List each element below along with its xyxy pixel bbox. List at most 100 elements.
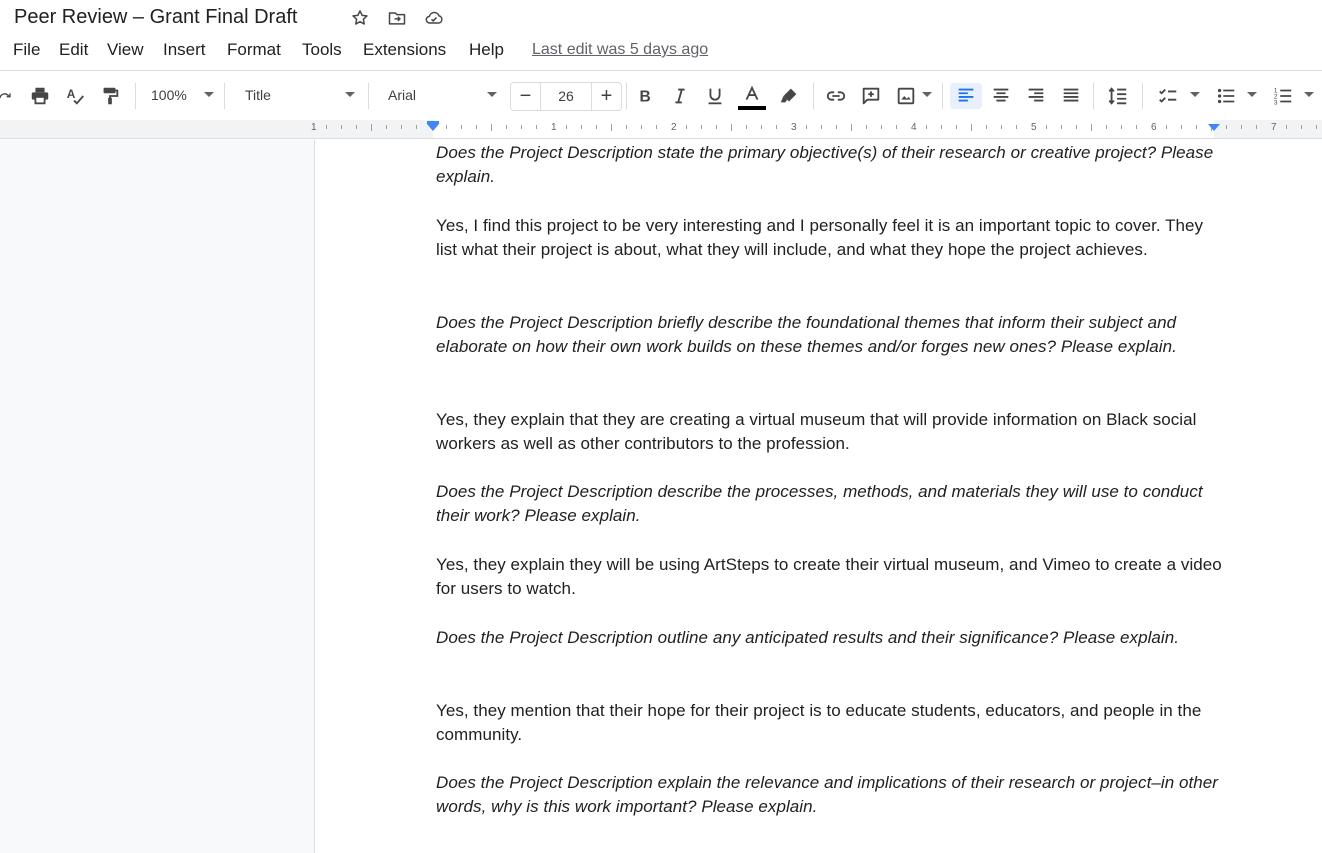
move-to-folder-icon[interactable]	[386, 7, 408, 29]
ruler-tick	[521, 125, 522, 129]
left-indent-handle[interactable]	[427, 124, 439, 131]
style-dropdown-icon[interactable]	[345, 92, 355, 97]
ruler-tick	[341, 125, 342, 129]
ruler-tick	[1136, 125, 1137, 129]
ruler-tick	[536, 125, 537, 129]
decrease-font-size-button[interactable]: −	[511, 83, 541, 110]
last-edit-link[interactable]: Last edit was 5 days ago	[532, 41, 708, 59]
menu-view[interactable]: View	[107, 40, 144, 60]
bulleted-list-dropdown-icon[interactable]	[1247, 92, 1257, 97]
checklist-icon[interactable]	[1153, 83, 1183, 109]
checklist-dropdown-icon[interactable]	[1190, 92, 1200, 97]
ruler-tick	[731, 124, 732, 131]
menu-tools[interactable]: Tools	[302, 40, 342, 60]
style-select[interactable]: Title	[245, 87, 271, 103]
ruler-tick	[1286, 125, 1287, 129]
toolbar-divider	[1093, 83, 1094, 109]
document-page[interactable]: Does the Project Description state the p…	[314, 140, 1322, 853]
justify-icon[interactable]	[1058, 83, 1084, 109]
ruler-tick	[986, 125, 987, 129]
question-paragraph[interactable]: Does the Project Description state the p…	[436, 141, 1226, 189]
ruler-tick	[1301, 125, 1302, 129]
ruler-tick	[971, 124, 972, 131]
align-right-icon[interactable]	[1023, 83, 1049, 109]
ruler-tick	[1091, 124, 1092, 131]
menu-file[interactable]: File	[13, 40, 40, 60]
add-comment-icon[interactable]	[858, 83, 884, 109]
ruler-tick	[1046, 125, 1047, 129]
answer-paragraph[interactable]: Yes, they explain that they are creating…	[436, 408, 1226, 456]
numbered-list-dropdown-icon[interactable]	[1304, 92, 1314, 97]
link-icon[interactable]	[823, 83, 849, 109]
numbered-list-icon[interactable]: 123	[1270, 83, 1296, 109]
ruler-number: 6	[1151, 122, 1157, 133]
ruler-number: 5	[1031, 122, 1037, 133]
menu-help[interactable]: Help	[469, 40, 504, 60]
ruler-tick	[866, 125, 867, 129]
ruler-tick	[926, 125, 927, 129]
print-icon[interactable]	[27, 83, 53, 109]
ruler-tick	[386, 125, 387, 129]
question-paragraph[interactable]: Does the Project Description explain the…	[436, 771, 1226, 819]
toolbar-divider	[135, 83, 136, 109]
right-indent-handle[interactable]	[1208, 124, 1220, 131]
insert-image-dropdown-icon[interactable]	[922, 92, 932, 97]
document-title[interactable]: Peer Review – Grant Final Draft	[14, 6, 297, 29]
star-icon[interactable]	[349, 7, 371, 29]
answer-paragraph[interactable]: Yes, they mention that their hope for th…	[436, 699, 1226, 747]
ruler-tick	[641, 125, 642, 129]
underline-icon[interactable]	[702, 83, 728, 109]
align-left-icon[interactable]	[950, 83, 982, 109]
ruler-tick	[686, 125, 687, 129]
ruler-tick	[851, 124, 852, 131]
question-paragraph[interactable]: Does the Project Description describe th…	[436, 480, 1226, 528]
increase-font-size-button[interactable]: +	[591, 83, 621, 110]
zoom-select[interactable]: 100%	[151, 87, 187, 103]
ruler-tick	[461, 125, 462, 129]
ruler-tick	[1076, 125, 1077, 129]
ruler-tick	[1241, 125, 1242, 129]
toolbar-divider	[626, 83, 627, 109]
spellcheck-icon[interactable]: A	[62, 83, 88, 109]
ruler-tick	[941, 125, 942, 129]
menu-edit[interactable]: Edit	[59, 40, 88, 60]
answer-paragraph[interactable]: Yes, they explain they will be using Art…	[436, 553, 1226, 601]
line-spacing-icon[interactable]	[1105, 83, 1131, 109]
ruler-tick	[446, 125, 447, 129]
ruler-tick	[401, 125, 402, 129]
question-paragraph[interactable]: Does the Project Description outline any…	[436, 626, 1226, 650]
menu-format[interactable]: Format	[227, 40, 281, 60]
ruler-tick	[1181, 125, 1182, 129]
bulleted-list-icon[interactable]	[1213, 83, 1239, 109]
svg-text:B: B	[640, 89, 651, 106]
toolbar-divider	[368, 83, 369, 109]
insert-image-icon[interactable]	[893, 83, 919, 109]
ruler-tick	[1061, 125, 1062, 129]
cloud-saved-icon[interactable]	[423, 7, 445, 29]
menu-extensions[interactable]: Extensions	[363, 40, 446, 60]
svg-text:3: 3	[1274, 99, 1278, 106]
ruler-tick	[326, 125, 327, 129]
redo-icon[interactable]	[0, 83, 16, 109]
title-bar: Peer Review – Grant Final Draft	[0, 0, 1322, 36]
font-dropdown-icon[interactable]	[487, 92, 497, 97]
bold-icon[interactable]: B	[632, 83, 658, 109]
highlight-icon[interactable]	[776, 83, 802, 109]
ruler-tick	[566, 125, 567, 129]
ruler-tick	[1226, 125, 1227, 129]
menu-insert[interactable]: Insert	[163, 40, 206, 60]
answer-paragraph[interactable]: Yes, I find this project to be very inte…	[436, 214, 1226, 262]
ruler-tick	[506, 125, 507, 129]
ruler-tick	[656, 125, 657, 129]
ruler-tick	[1121, 125, 1122, 129]
ruler-number: 2	[671, 122, 677, 133]
font-select[interactable]: Arial	[388, 87, 416, 103]
ruler-number: 1	[551, 122, 557, 133]
question-paragraph[interactable]: Does the Project Description briefly des…	[436, 311, 1226, 359]
zoom-dropdown-icon[interactable]	[204, 92, 214, 97]
ruler-tick	[1316, 125, 1317, 129]
paint-format-icon[interactable]	[97, 83, 123, 109]
font-size-input[interactable]: 26	[541, 88, 591, 104]
italic-icon[interactable]	[667, 83, 693, 109]
align-center-icon[interactable]	[988, 83, 1014, 109]
